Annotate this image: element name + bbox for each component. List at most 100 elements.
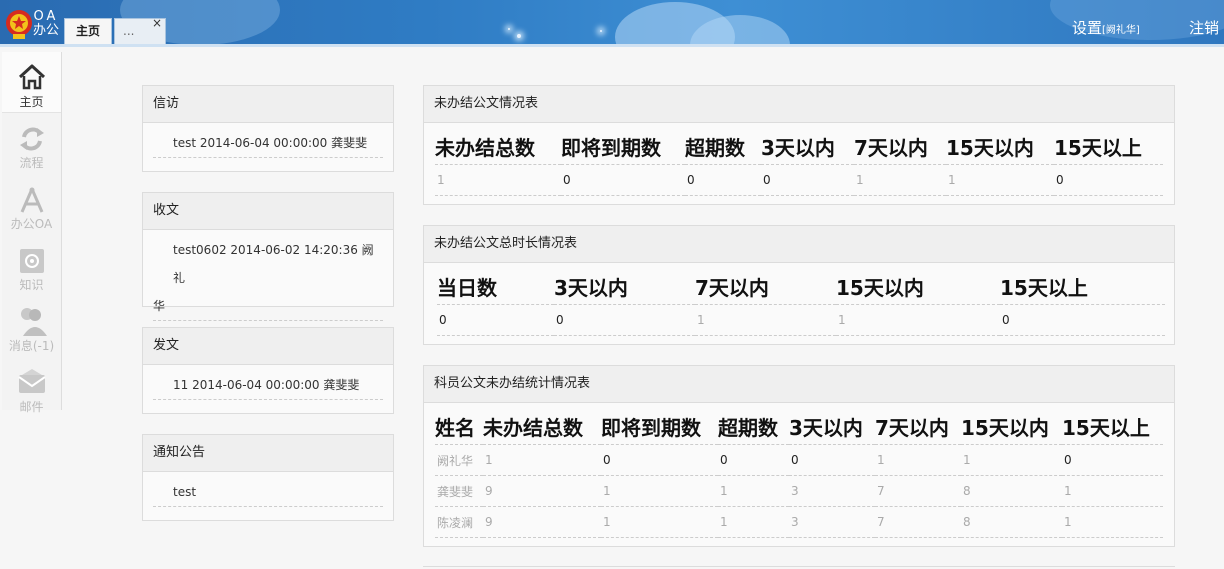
settings-user: [阙礼华] (1102, 25, 1140, 36)
table-cell: 1 (875, 444, 961, 476)
xinfang-item[interactable]: test 2014-06-04 00:00:00 龚斐斐 (153, 129, 383, 158)
table-header-cell: 15天以上 (1054, 128, 1163, 165)
fawen-item[interactable]: 11 2014-06-04 00:00:00 龚斐斐 (153, 371, 383, 400)
table-cell: 1 (854, 164, 946, 196)
table-cell: 阙礼华 (435, 444, 483, 476)
tab-home-label: 主页 (75, 24, 100, 38)
table-cell: 0 (1000, 304, 1165, 336)
knowledge-icon (20, 249, 44, 273)
table-cell: 9 (483, 506, 601, 538)
message-icon (21, 308, 47, 336)
table-cell: 0 (437, 304, 554, 336)
table-cell: 1 (836, 304, 1000, 336)
panel-shouwen: 收文 test0602 2014-06-02 14:20:36 阙礼 华 (142, 192, 394, 321)
mail-icon (18, 369, 46, 393)
nav-item-flow[interactable]: 流程 (2, 113, 61, 173)
shouwen-item[interactable]: test0602 2014-06-02 14:20:36 阙礼 华 (153, 236, 383, 321)
table-row: 陈凌澜 9 1 1 3 7 8 1 (435, 506, 1163, 538)
table-cell: 0 (761, 164, 854, 196)
staff-docs-table: 姓名 未办结总数 即将到期数 超期数 3天以内 7天以内 15天以内 15天以上… (435, 408, 1163, 538)
table-header-cell: 即将到期数 (601, 408, 718, 445)
panel-title-notice: 通知公告 (143, 435, 393, 472)
panel-title-fawen: 发文 (143, 328, 393, 365)
panel-notice: 通知公告 test (142, 434, 394, 521)
top-header: OA 办公 主页 ... × 设置[阙礼华] 注销 (0, 0, 1224, 47)
panel-duration-docs: 未办结公文总时长情况表 当日数 3天以内 7天以内 15天以内 15天以上 0 … (423, 225, 1175, 345)
table-cell: 1 (483, 444, 601, 476)
table-header-row: 当日数 3天以内 7天以内 15天以内 15天以上 (437, 268, 1165, 305)
table-row: 龚斐斐 9 1 1 3 7 8 1 (435, 475, 1163, 507)
close-icon[interactable]: × (152, 11, 162, 36)
table-cell: 1 (1062, 506, 1163, 538)
nav-item-knowledge[interactable]: 知识 (2, 235, 61, 295)
table-header-cell: 3天以内 (789, 408, 875, 445)
compass-icon (20, 187, 44, 213)
tab-home[interactable]: 主页 (64, 18, 112, 44)
table-cell: 1 (718, 475, 789, 507)
logo-text-office: 办公 (33, 23, 60, 38)
panel-title-duration-docs: 未办结公文总时长情况表 (424, 226, 1174, 263)
nav-item-office[interactable]: 办公OA (2, 174, 61, 234)
table-header-cell: 未办结总数 (435, 128, 561, 165)
panel-title-unfinished-docs: 未办结公文情况表 (424, 86, 1174, 123)
panel-title-staff-docs: 科员公文未办结统计情况表 (424, 366, 1174, 403)
table-cell: 1 (601, 506, 718, 538)
shouwen-item-line1: test0602 2014-06-02 14:20:36 阙礼 (173, 243, 374, 285)
nav-item-home[interactable]: 主页 (2, 52, 61, 113)
table-cell: 陈凌澜 (435, 506, 483, 538)
table-header-row: 未办结总数 即将到期数 超期数 3天以内 7天以内 15天以内 15天以上 (435, 128, 1163, 165)
settings-link[interactable]: 设置[阙礼华] (1072, 17, 1140, 38)
table-cell: 7 (875, 475, 961, 507)
table-header-cell: 3天以内 (761, 128, 854, 165)
table-header-cell: 当日数 (437, 268, 554, 305)
table-cell: 1 (1062, 475, 1163, 507)
table-header-cell: 7天以内 (854, 128, 946, 165)
table-cell: 3 (789, 506, 875, 538)
tab-more-label: ... (123, 24, 135, 38)
logo-text: OA 办公 (33, 10, 59, 38)
table-cell: 0 (718, 444, 789, 476)
table-cell: 龚斐斐 (435, 475, 483, 507)
table-cell: 8 (961, 506, 1062, 538)
table-header-cell: 未办结总数 (483, 408, 601, 445)
table-cell: 1 (435, 164, 561, 196)
table-header-cell: 15天以内 (836, 268, 1000, 305)
table-header-cell: 15天以内 (961, 408, 1062, 445)
table-cell: 1 (718, 506, 789, 538)
table-cell: 1 (946, 164, 1054, 196)
table-header-cell: 超期数 (718, 408, 789, 445)
nav-label-office: 办公OA (10, 217, 53, 231)
table-cell: 0 (789, 444, 875, 476)
nav-item-mail[interactable]: 邮件 (2, 357, 61, 417)
table-row: 0 0 1 1 0 (437, 304, 1165, 336)
table-header-cell: 3天以内 (554, 268, 695, 305)
nav-label-home: 主页 (19, 95, 44, 109)
tab-more[interactable]: ... × (114, 16, 166, 44)
nav-item-message[interactable]: 消息(-1) (2, 296, 61, 356)
table-cell: 9 (483, 475, 601, 507)
notice-item[interactable]: test (153, 478, 383, 507)
panel-title-shouwen: 收文 (143, 193, 393, 230)
logout-link[interactable]: 注销 (1189, 17, 1219, 38)
table-header-cell: 姓名 (435, 408, 483, 445)
logo-text-oa: OA (33, 9, 59, 24)
table-header-cell: 7天以内 (695, 268, 836, 305)
table-cell: 0 (554, 304, 695, 336)
table-row: 阙礼华 1 0 0 0 1 1 0 (435, 444, 1163, 476)
table-header-cell: 15天以上 (1000, 268, 1165, 305)
table-cell: 8 (961, 475, 1062, 507)
nav-label-knowledge: 知识 (19, 278, 44, 292)
table-cell: 7 (875, 506, 961, 538)
shouwen-item-line2: 华 (153, 299, 166, 313)
table-cell: 0 (1054, 164, 1163, 196)
table-header-cell: 15天以内 (946, 128, 1054, 165)
nav-label-flow: 流程 (19, 156, 44, 170)
nav-label-mail: 邮件 (19, 400, 44, 414)
table-header-row: 姓名 未办结总数 即将到期数 超期数 3天以内 7天以内 15天以内 15天以上 (435, 408, 1163, 445)
panel-fawen: 发文 11 2014-06-04 00:00:00 龚斐斐 (142, 327, 394, 414)
emblem-logo-icon (6, 10, 32, 39)
table-cell: 0 (561, 164, 685, 196)
table-cell: 0 (685, 164, 761, 196)
panel-xinfang: 信访 test 2014-06-04 00:00:00 龚斐斐 (142, 85, 394, 172)
nav-label-message: 消息(-1) (8, 339, 55, 353)
